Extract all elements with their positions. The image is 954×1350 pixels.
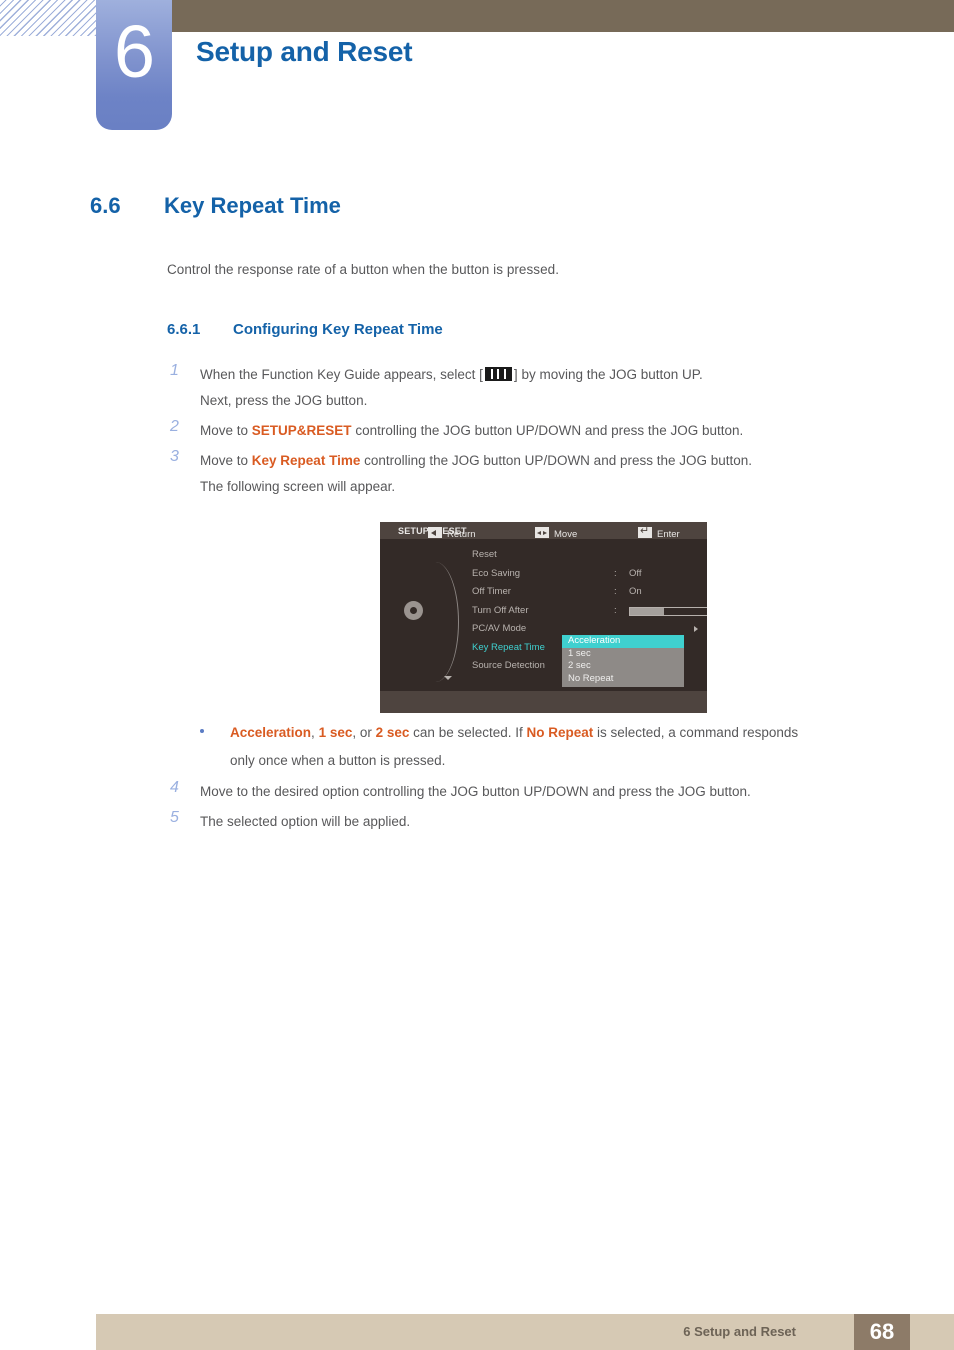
- page-footer: 6 Setup and Reset 68: [96, 1314, 954, 1350]
- step-text: Move to the desired option controlling t…: [200, 784, 751, 799]
- slider-fill: [630, 607, 664, 615]
- bullet-sep-1: ,: [311, 725, 319, 740]
- step-item: 1 When the Function Key Guide appears, s…: [167, 362, 907, 414]
- chevron-down-icon[interactable]: [444, 676, 452, 680]
- osd-footer-move-label: Move: [554, 529, 578, 540]
- steps-list-tail: 4 Move to the desired option controlling…: [167, 779, 907, 839]
- bullet-note-text: Acceleration, 1 sec, or 2 sec can be sel…: [230, 719, 890, 747]
- osd-footer-return-label: Return: [447, 529, 476, 540]
- osd-row-label: Reset: [472, 549, 497, 560]
- osd-row-turn-off-after[interactable]: Turn Off After : 4h: [472, 602, 707, 621]
- diagonal-hatch-decoration: [0, 0, 96, 36]
- osd-row-colon: :: [614, 604, 617, 616]
- turn-off-after-slider[interactable]: [629, 606, 707, 616]
- step-text-post: controlling the JOG button UP/DOWN and p…: [351, 423, 744, 438]
- osd-row-label: Turn Off After: [472, 604, 529, 616]
- osd-row-colon: :: [614, 567, 617, 579]
- osd-arc-decoration: [412, 562, 459, 682]
- subsection-number: 6.6.1: [167, 321, 201, 338]
- enter-icon: [638, 524, 652, 538]
- steps-list: 1 When the Function Key Guide appears, s…: [167, 362, 907, 504]
- left-arrow-icon: [428, 527, 442, 538]
- step-text-post: controlling the JOG button UP/DOWN and p…: [360, 453, 753, 468]
- step-text: Move to Key Repeat Time controlling the …: [200, 448, 907, 474]
- osd-row-off-timer[interactable]: Off Timer : On: [472, 583, 702, 602]
- bullet-option-2: 1 sec: [318, 725, 353, 740]
- step-number: 3: [170, 448, 179, 465]
- dropdown-option-1-sec[interactable]: 1 sec: [562, 648, 684, 661]
- step-text-pre: Move to: [200, 453, 252, 468]
- step-number: 5: [170, 809, 179, 826]
- menu-bars-icon: [484, 367, 512, 381]
- step-number: 4: [170, 779, 179, 796]
- osd-footer-return[interactable]: Return: [428, 527, 476, 540]
- osd-footer-move[interactable]: Move: [535, 527, 577, 540]
- section-intro-paragraph: Control the response rate of a button wh…: [167, 262, 559, 277]
- subsection-heading: 6.6.1 Configuring Key Repeat Time: [167, 321, 887, 339]
- osd-footer-enter-label: Enter: [657, 529, 680, 540]
- step-text-pre: When the Function Key Guide appears, sel…: [200, 367, 480, 382]
- dropdown-option-no-repeat[interactable]: No Repeat: [562, 673, 684, 686]
- bullet-option-1: Acceleration: [230, 725, 312, 740]
- step-number: 1: [170, 362, 179, 379]
- chevron-right-icon: [694, 626, 698, 632]
- step-item: 4 Move to the desired option controlling…: [167, 779, 907, 805]
- osd-row-label: Off Timer: [472, 586, 511, 597]
- move-arrows-icon: [535, 527, 549, 538]
- step-item: 3 Move to Key Repeat Time controlling th…: [167, 448, 907, 500]
- bullet-dot-icon: [200, 729, 204, 733]
- section-number: 6.6: [90, 193, 121, 218]
- page-number: 68: [869, 1319, 895, 1344]
- osd-row-reset[interactable]: Reset: [472, 546, 702, 565]
- step-item: 2 Move to SETUP&RESET controlling the JO…: [167, 418, 907, 444]
- osd-menu-screenshot: SETUP&RESET Reset Eco Saving : Off Off T…: [380, 522, 707, 713]
- step-text-line2: Next, press the JOG button.: [200, 393, 368, 408]
- osd-footer-bar: [380, 691, 707, 713]
- step-text-pre: Move to: [200, 423, 252, 438]
- osd-row-label: PC/AV Mode: [472, 623, 527, 634]
- bracket-open: [: [479, 367, 483, 382]
- footer-chapter-label: 6 Setup and Reset: [683, 1324, 796, 1339]
- bullet-sep-2: , or: [352, 725, 376, 740]
- step-text-post: by moving the JOG button UP.: [517, 367, 703, 382]
- osd-row-label: Key Repeat Time: [472, 641, 545, 653]
- page-header: 6 Setup and Reset: [0, 0, 954, 140]
- bullet-option-4: No Repeat: [526, 725, 594, 740]
- key-repeat-time-dropdown[interactable]: Acceleration 1 sec 2 sec No Repeat: [562, 635, 684, 687]
- footer-page-box: 68: [854, 1314, 910, 1350]
- section-heading: 6.6 Key Repeat Time: [90, 193, 890, 219]
- step-highlight: Key Repeat Time: [251, 453, 361, 468]
- step-item: 5 The selected option will be applied.: [167, 809, 907, 835]
- osd-footer-enter[interactable]: Enter: [638, 524, 680, 540]
- step-text: When the Function Key Guide appears, sel…: [200, 362, 907, 388]
- chapter-number: 6: [113, 10, 155, 93]
- header-brown-bar: [172, 0, 954, 32]
- osd-row-value: Off: [629, 567, 642, 579]
- osd-row-label: Source Detection: [472, 660, 545, 671]
- osd-row-eco-saving[interactable]: Eco Saving : Off: [472, 565, 702, 584]
- chapter-title: Setup and Reset: [196, 36, 413, 67]
- step-text: The selected option will be applied.: [200, 814, 411, 829]
- chapter-tab: 6: [96, 0, 172, 130]
- dropdown-option-acceleration[interactable]: Acceleration: [562, 635, 684, 648]
- osd-row-value: On: [629, 586, 642, 597]
- dropdown-option-2-sec[interactable]: 2 sec: [562, 660, 684, 673]
- osd-row-label: Eco Saving: [472, 567, 521, 579]
- bullet-note: Acceleration, 1 sec, or 2 sec can be sel…: [200, 719, 890, 775]
- osd-row-colon: :: [614, 586, 617, 597]
- subsection-title: Configuring Key Repeat Time: [233, 321, 443, 338]
- bullet-option-3: 2 sec: [375, 725, 410, 740]
- step-text-line2: The following screen will appear.: [200, 479, 396, 494]
- step-text: Move to SETUP&RESET controlling the JOG …: [200, 418, 907, 444]
- section-title: Key Repeat Time: [164, 193, 341, 218]
- step-number: 2: [170, 418, 179, 435]
- bullet-tail-text: is selected, a command responds: [593, 725, 799, 740]
- bullet-note-text-line2: only once when a button is pressed.: [230, 753, 446, 768]
- bullet-mid-text: can be selected. If: [409, 725, 527, 740]
- step-highlight: SETUP&RESET: [251, 423, 352, 438]
